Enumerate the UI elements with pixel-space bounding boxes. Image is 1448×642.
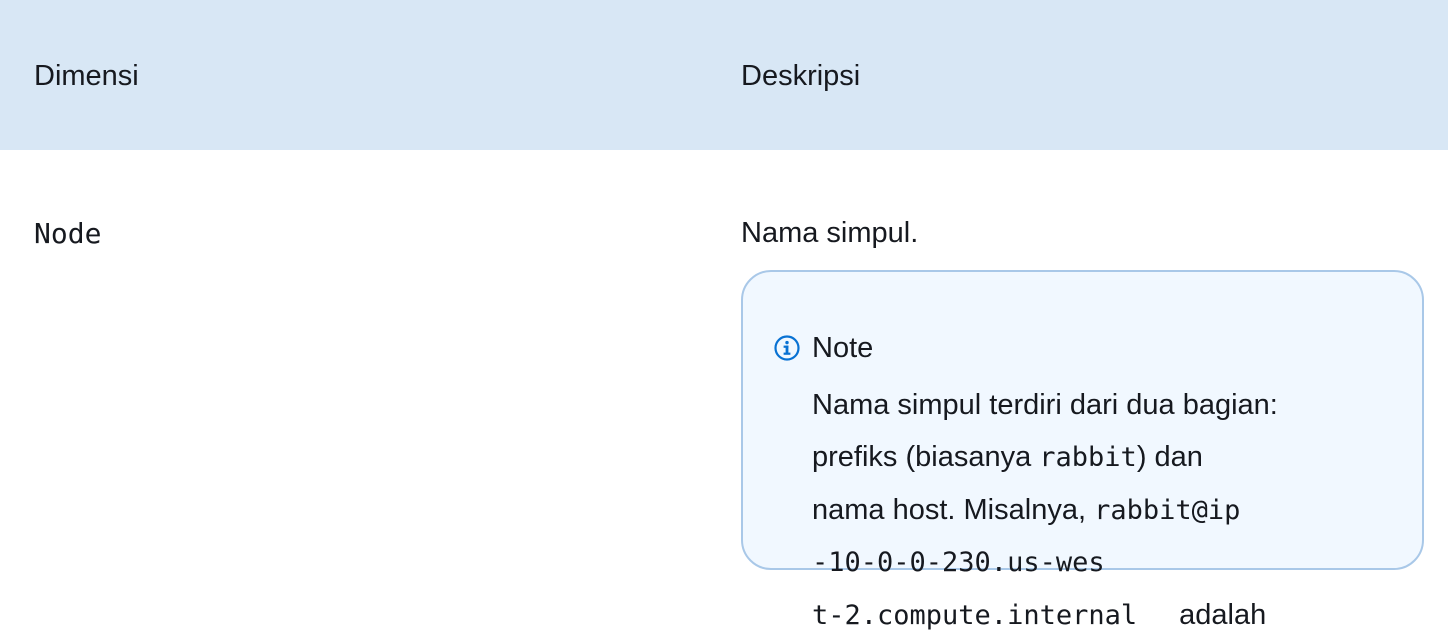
cell-description: Nama simpul. — [741, 217, 919, 249]
code-prefix: rabbit — [1039, 442, 1137, 473]
code-example-cont: t-2.compute.internal — [812, 600, 1138, 631]
note-line: t-2.compute.internal adalah — [812, 589, 1372, 642]
note-line: prefiks (biasanya rabbit) dan — [812, 431, 1372, 484]
header-dimension: Dimensi — [34, 60, 139, 92]
note-text: adalah — [1179, 599, 1267, 631]
note-text: nama host. Misalnya, — [812, 494, 1095, 526]
note-text: ) dan — [1136, 441, 1203, 473]
note-title: Note — [812, 332, 874, 364]
cell-dimension-node: Node — [34, 217, 102, 250]
note-text: prefiks (biasanya — [812, 441, 1040, 473]
header-description: Deskripsi — [741, 60, 861, 92]
table-header-row: Dimensi Deskripsi — [0, 0, 1448, 150]
code-example-cont: -10-0-0-230.us-wes — [812, 547, 1105, 578]
note-callout: Note Nama simpul terdiri dari dua bagian… — [741, 270, 1424, 631]
note-line: nama host. Misalnya, rabbit@ip — [812, 484, 1372, 537]
code-example: rabbit@ip — [1094, 495, 1241, 526]
info-icon — [774, 335, 800, 361]
note-body: Nama simpul terdiri dari dua bagian: pre… — [812, 379, 1372, 642]
note-line: Nama simpul terdiri dari dua bagian: — [812, 389, 1278, 421]
dimensions-table: Dimensi Deskripsi Node Nama simpul. Note… — [0, 0, 1448, 631]
